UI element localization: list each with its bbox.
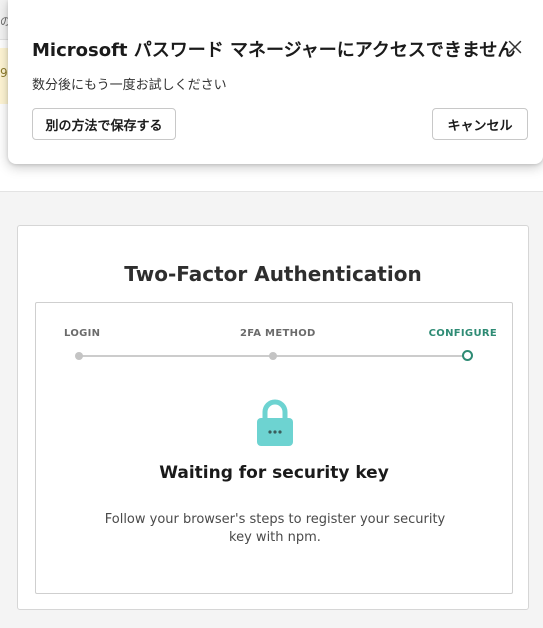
popup-title: Microsoft パスワード マネージャーにアクセスできません <box>32 40 516 61</box>
save-another-way-button[interactable]: 別の方法で保存する <box>32 108 176 140</box>
page-title: Two-Factor Authentication <box>124 262 422 286</box>
waiting-heading: Waiting for security key <box>159 463 389 483</box>
password-manager-popup: Microsoft パスワード マネージャーにアクセスできません 数分後にもう一… <box>8 0 543 164</box>
step-dot-2fa-method <box>269 352 277 360</box>
background-notice-text: 9 <box>0 66 8 80</box>
cancel-button[interactable]: キャンセル <box>432 108 528 140</box>
popup-subtitle: 数分後にもう一度お試しください <box>32 78 227 93</box>
step-dot-login <box>75 352 83 360</box>
instructions-text: Follow your browser's steps to register … <box>104 512 446 545</box>
two-factor-card: Two-Factor Authentication LOGIN 2FA METH… <box>17 225 529 610</box>
close-icon[interactable] <box>504 36 526 58</box>
step-label-configure: CONFIGURE <box>428 328 497 339</box>
security-key-panel: LOGIN 2FA METHOD CONFIGURE Waiting for s… <box>35 302 513 594</box>
screen: の 9 Microsoft パスワード マネージャーにアクセスできません 数分後… <box>0 0 543 628</box>
step-dot-configure <box>462 350 473 361</box>
step-label-login: LOGIN <box>64 328 101 339</box>
step-label-2fa-method: 2FA METHOD <box>240 328 316 339</box>
lock-icon <box>257 399 293 446</box>
